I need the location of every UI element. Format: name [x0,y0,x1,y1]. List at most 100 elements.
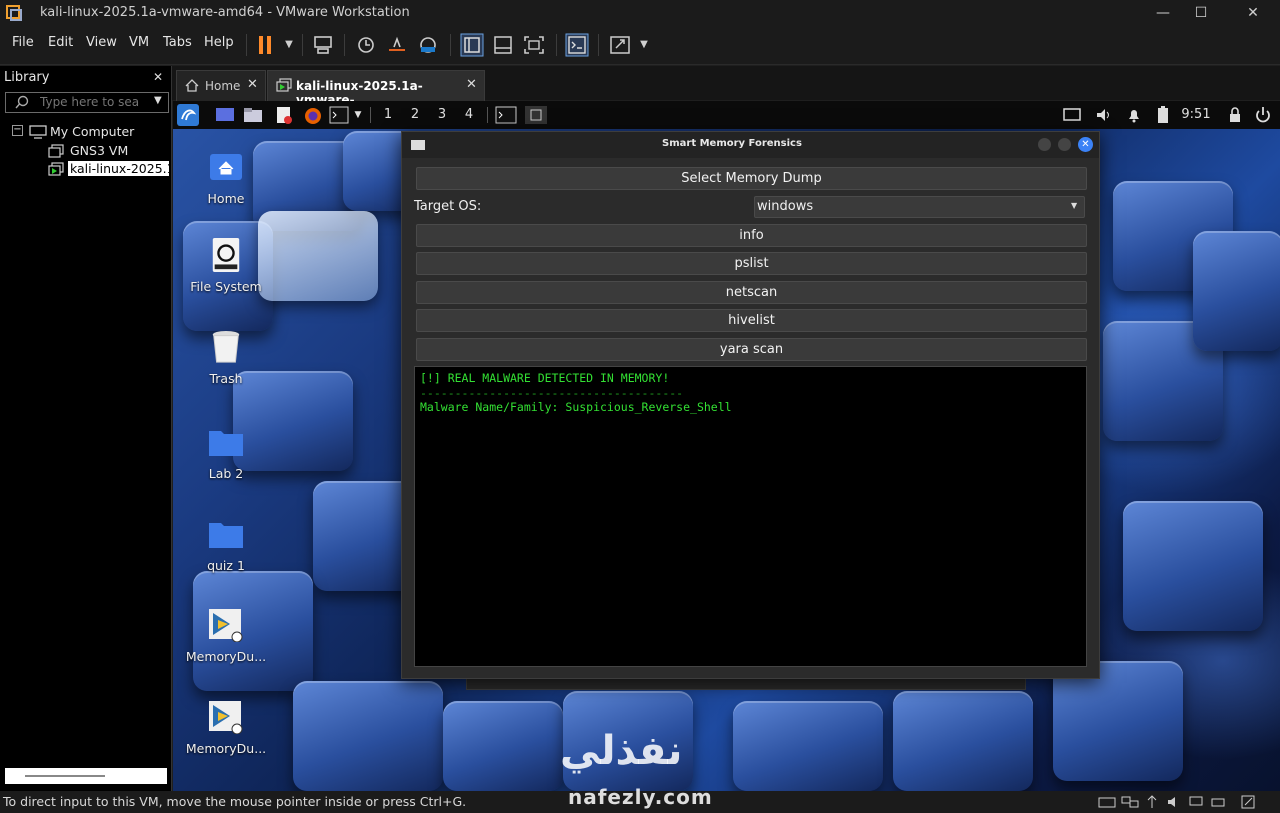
screen-icon[interactable] [1063,107,1081,123]
library-scrollbar[interactable] [5,768,167,784]
output-console[interactable]: [!] REAL MALWARE DETECTED IN MEMORY! ---… [414,366,1087,667]
message-log-icon[interactable] [1240,795,1256,809]
volume-icon[interactable] [1095,107,1113,123]
app-close-button[interactable]: ✕ [1078,137,1093,152]
printer-status-icon[interactable] [1210,795,1226,809]
python-script-icon [209,701,243,735]
tab-home[interactable]: Home ✕ [176,70,266,101]
tab-home-close-icon[interactable]: ✕ [247,77,258,92]
computer-icon [29,125,47,139]
desktop-icon-lab2[interactable]: Lab 2 [181,425,271,481]
show-library-icon[interactable] [460,33,484,57]
target-os-select[interactable]: windows ▼ [754,196,1085,218]
home-icon [185,79,199,92]
menu-help[interactable]: Help [204,35,234,50]
vmware-logo-icon [6,5,22,21]
library-search-field[interactable]: ▼ [5,92,169,113]
library-close-button[interactable]: ✕ [153,70,163,84]
select-memory-dump-button[interactable]: Select Memory Dump [416,167,1087,190]
terminal-dropdown-icon[interactable]: ▼ [351,101,365,129]
hard-disk-status-icon[interactable] [1098,795,1116,809]
clock[interactable]: 9:51 [1178,101,1214,129]
pslist-button[interactable]: pslist [416,252,1087,275]
desktop-icon-memorydump-2[interactable]: MemoryDu... [181,700,271,756]
menu-vm[interactable]: VM [129,35,149,50]
tab-kali-close-icon[interactable]: ✕ [466,77,477,92]
tab-kali-vm[interactable]: kali-linux-2025.1a-vmware-... ✕ [267,70,485,107]
desktop-icon-home[interactable]: Home [181,150,271,206]
desktop-icon-trash-label: Trash [209,371,243,386]
workspace-4[interactable]: 4 [459,101,479,129]
maximize-button[interactable]: ☐ [1178,0,1224,26]
home-folder-icon [210,154,242,180]
display-status-icon[interactable] [1188,795,1204,809]
usb-status-icon[interactable] [1144,795,1160,809]
vm-icon [48,144,64,158]
notification-bell-icon[interactable] [1126,107,1142,123]
tab-home-label: Home [205,79,241,93]
network-status-icon[interactable] [1121,795,1139,809]
thumbnail-bar-icon[interactable] [493,35,513,55]
workspace-3[interactable]: 3 [432,101,452,129]
pause-icon[interactable] [256,35,276,55]
menu-tabs[interactable]: Tabs [163,35,192,50]
yara-scan-button[interactable]: yara scan [416,338,1087,361]
python-script-icon [209,609,243,643]
show-desktop-icon[interactable] [215,107,235,123]
search-icon [15,95,29,109]
text-editor-icon[interactable] [275,106,293,124]
snapshot-icon[interactable] [356,35,376,55]
snapshot-manager-icon[interactable] [417,35,439,55]
netscan-button[interactable]: netscan [416,281,1087,304]
desktop-icon-home-label: Home [207,191,245,206]
full-screen-icon[interactable] [523,35,545,55]
console-line: -------------------------------------- [420,386,684,400]
lock-icon[interactable] [1228,107,1242,123]
tree-item-gns3-vm[interactable]: GNS3 VM [70,143,128,158]
target-os-label: Target OS: [414,199,482,214]
hivelist-button[interactable]: hivelist [416,309,1087,332]
sound-status-icon[interactable] [1166,795,1182,809]
info-button[interactable]: info [416,224,1087,247]
desktop-icon-memorydump-1[interactable]: MemoryDu... [181,608,271,664]
toolbar-separator [344,34,345,56]
app-maximize-button[interactable] [1058,138,1071,151]
send-ctrl-alt-del-icon[interactable] [312,35,334,55]
stretch-guest-icon[interactable] [609,35,631,55]
library-search-input[interactable] [40,94,140,110]
battery-icon[interactable] [1157,106,1169,124]
menu-view[interactable]: View [86,35,117,50]
tree-item-kali-linux[interactable]: kali-linux-2025.1a [68,161,169,176]
close-window-button[interactable]: ✕ [1230,0,1276,26]
workspace-1[interactable]: 1 [378,101,398,129]
watermark-url: nafezly.com [568,785,713,809]
firefox-icon[interactable] [303,106,323,126]
kali-menu-icon[interactable] [177,104,199,126]
search-dropdown-icon[interactable]: ▼ [154,95,162,106]
folder-icon [209,431,243,456]
app-title: Smart Memory Forensics [662,138,802,149]
desktop-icon-trash[interactable]: Trash [181,330,271,386]
library-title: Library [4,70,50,85]
stretch-dropdown-icon[interactable]: ▼ [631,32,657,58]
desktop-icon-quiz1-label: quiz 1 [207,558,245,573]
terminal-icon[interactable] [329,106,349,124]
scrollbar-thumb[interactable] [25,775,105,777]
workspace-2[interactable]: 2 [405,101,425,129]
console-view-icon[interactable] [565,33,589,57]
pause-dropdown-icon[interactable]: ▼ [276,32,302,58]
revert-snapshot-icon[interactable] [386,35,408,55]
app-minimize-button[interactable] [1038,138,1051,151]
file-manager-icon[interactable] [243,107,263,123]
taskbar-app-window-icon[interactable] [525,106,547,124]
menu-edit[interactable]: Edit [48,35,73,50]
desktop-icon-quiz1[interactable]: quiz 1 [181,517,271,573]
desktop-icon-memorydump-2-label: MemoryDu... [185,741,267,756]
tree-collapse-toggle[interactable]: − [12,125,23,136]
taskbar-terminal-window-icon[interactable] [495,106,517,124]
toolbar-separator [450,34,451,56]
desktop-icon-file-system[interactable]: File System [181,238,271,294]
tree-item-my-computer[interactable]: My Computer [50,124,134,139]
power-icon[interactable] [1255,106,1271,124]
menu-file[interactable]: File [12,35,34,50]
